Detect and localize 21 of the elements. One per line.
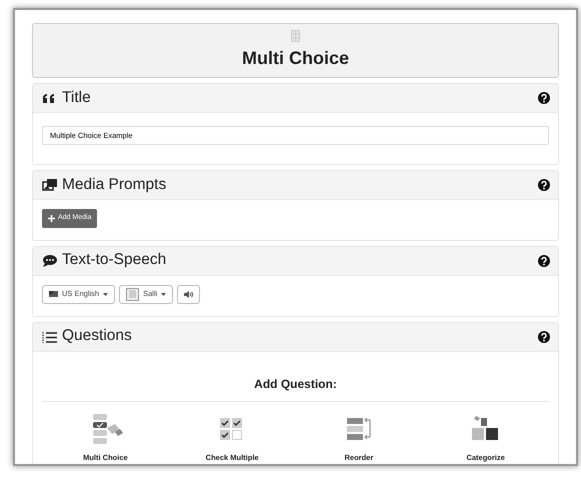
help-icon[interactable] [538, 92, 550, 104]
speaker-icon [184, 290, 194, 298]
plus-icon [48, 214, 55, 222]
flag-icon [49, 291, 58, 297]
speaker-button[interactable] [177, 284, 200, 304]
page-title: Multi Choice [242, 48, 349, 70]
section-title: Media Prompts [62, 176, 166, 194]
list-icon [42, 330, 58, 344]
help-icon[interactable] [538, 330, 550, 342]
section-title: Questions [62, 327, 132, 346]
table-icon [291, 30, 300, 42]
add-question-heading: Add Question: [253, 376, 338, 392]
section-title: Text-to-Speech [62, 251, 166, 270]
help-icon[interactable] [538, 254, 550, 266]
section-title: Title [62, 88, 91, 108]
speech-bubble-icon [42, 254, 58, 268]
caret-icon [103, 292, 108, 296]
help-icon[interactable] [538, 179, 550, 191]
caret-icon [161, 292, 166, 296]
images-icon [42, 178, 58, 192]
avatar-icon [126, 288, 140, 300]
